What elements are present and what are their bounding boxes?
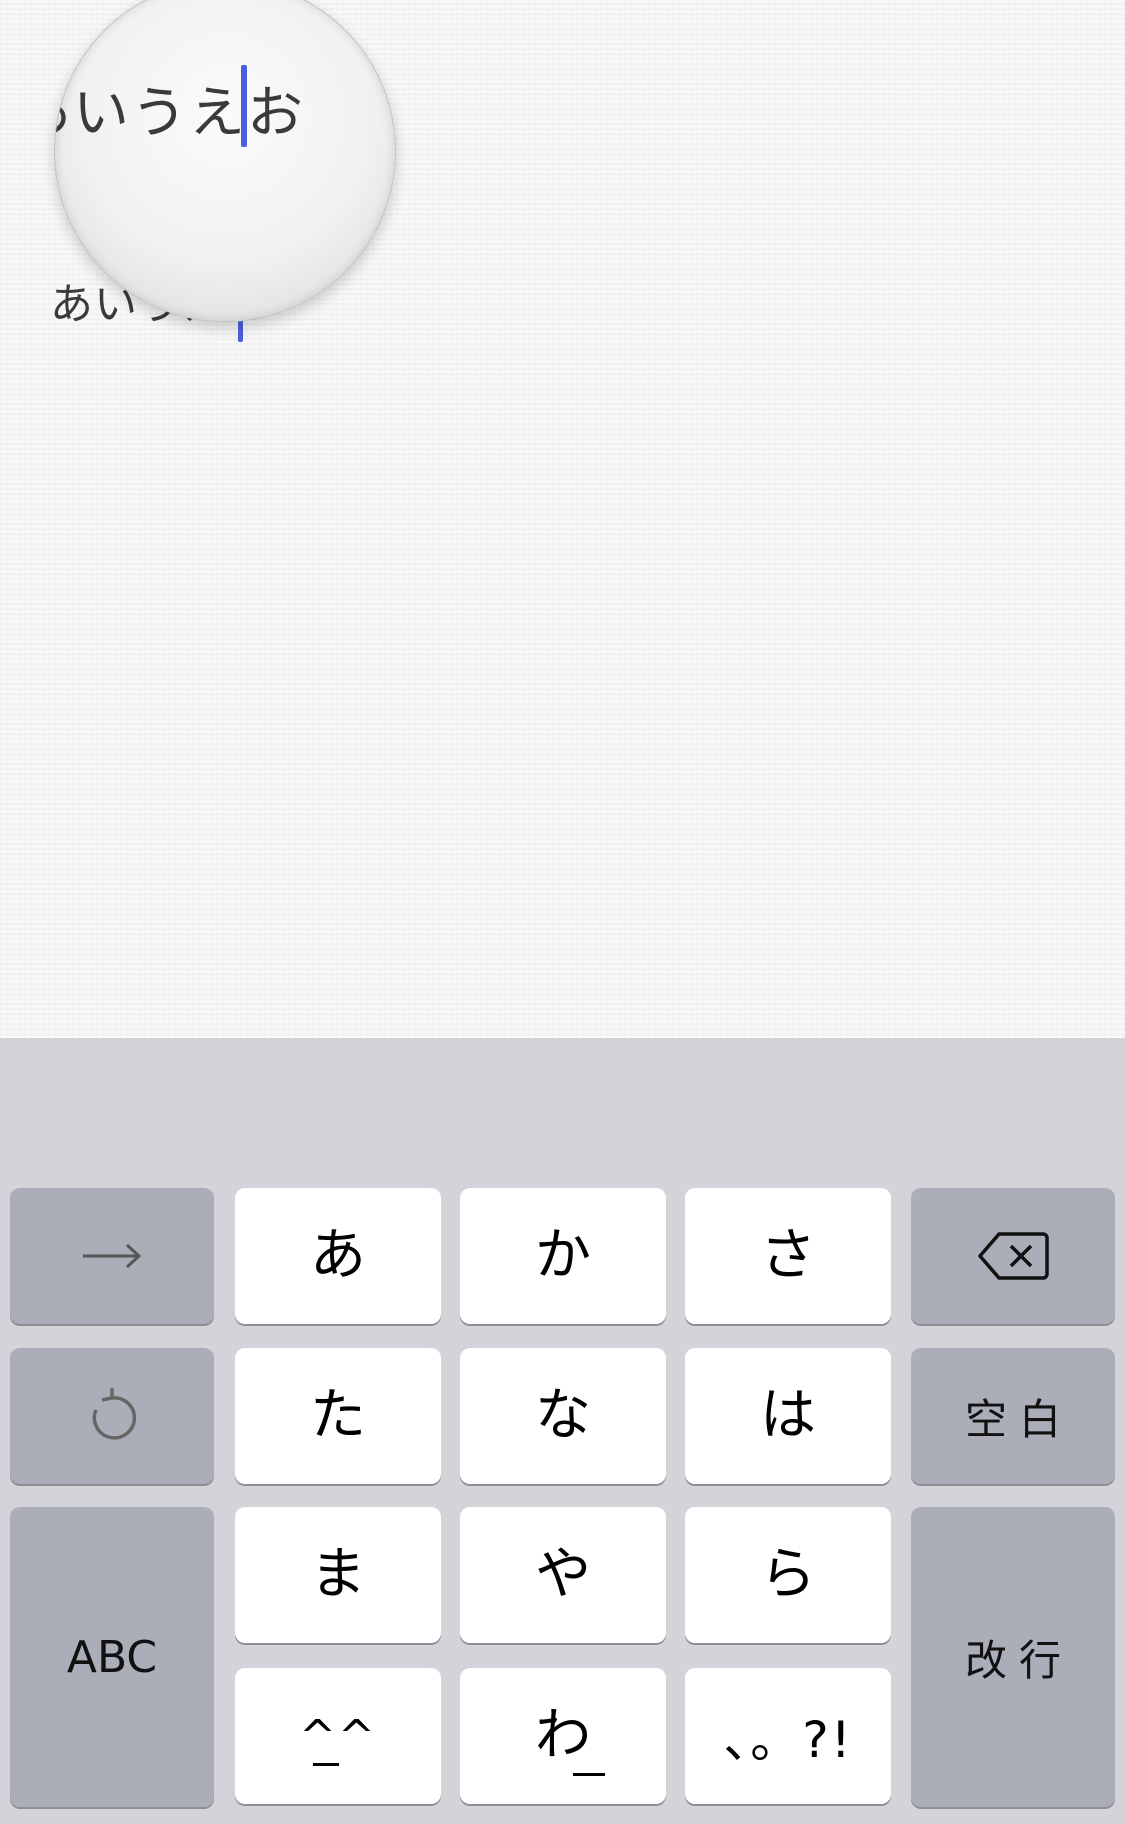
key-label: た bbox=[310, 1383, 366, 1448]
emoticon-label: ^^ bbox=[299, 1710, 377, 1766]
screen: あいうえお あいうえお あ か さ bbox=[0, 0, 1125, 1824]
arrow-right-icon bbox=[81, 1241, 143, 1271]
key-a[interactable]: あ bbox=[235, 1188, 441, 1324]
return-label: 改行 bbox=[964, 1635, 1073, 1685]
key-ka[interactable]: か bbox=[460, 1188, 666, 1324]
magnifier-loupe: あいうえお bbox=[54, 0, 396, 322]
abc-label: ABC bbox=[66, 1631, 158, 1683]
key-label: は bbox=[760, 1383, 816, 1448]
loupe-text: あいうえお bbox=[55, 81, 305, 146]
space-button[interactable]: 空白 bbox=[911, 1348, 1115, 1484]
key-label: ま bbox=[310, 1542, 366, 1607]
key-ha[interactable]: は bbox=[685, 1348, 891, 1484]
delete-backspace-icon bbox=[977, 1230, 1049, 1282]
punctuation-key[interactable]: 、。?! bbox=[685, 1668, 891, 1804]
note-editor[interactable]: あいうえお あいうえお bbox=[0, 0, 1125, 1038]
emoticon-text: ^^ bbox=[299, 1710, 377, 1762]
delete-button[interactable] bbox=[911, 1188, 1115, 1324]
undo-button[interactable] bbox=[10, 1348, 214, 1484]
key-label: あ bbox=[310, 1223, 366, 1288]
wa-label: わ bbox=[535, 1708, 605, 1776]
next-candidate-button[interactable] bbox=[10, 1188, 214, 1324]
punctuation-label: 、。?! bbox=[723, 1711, 853, 1769]
wa-text: わ bbox=[535, 1703, 591, 1768]
key-label: な bbox=[535, 1383, 591, 1448]
key-sa[interactable]: さ bbox=[685, 1188, 891, 1324]
loupe-cursor bbox=[241, 65, 247, 147]
key-label: か bbox=[535, 1223, 591, 1288]
key-wa[interactable]: わ bbox=[460, 1668, 666, 1804]
key-label: ら bbox=[760, 1542, 816, 1607]
emoticon-underbar bbox=[313, 1762, 340, 1766]
undo-icon bbox=[82, 1386, 142, 1446]
return-button[interactable]: 改行 bbox=[911, 1507, 1115, 1807]
key-ta[interactable]: た bbox=[235, 1348, 441, 1484]
wa-underbar bbox=[573, 1773, 605, 1776]
key-label: や bbox=[535, 1542, 591, 1607]
key-ra[interactable]: ら bbox=[685, 1507, 891, 1643]
space-label: 空白 bbox=[964, 1394, 1073, 1444]
key-na[interactable]: な bbox=[460, 1348, 666, 1484]
key-label: さ bbox=[760, 1223, 816, 1288]
key-ya[interactable]: や bbox=[460, 1507, 666, 1643]
abc-switch-button[interactable]: ABC bbox=[10, 1507, 214, 1807]
key-ma[interactable]: ま bbox=[235, 1507, 441, 1643]
emoticon-key[interactable]: ^^ bbox=[235, 1668, 441, 1804]
japanese-kana-keyboard: あ か さ た な は 空白 ABC ま や ら 改行 ^^ わ 、。?! bbox=[0, 1038, 1125, 1824]
